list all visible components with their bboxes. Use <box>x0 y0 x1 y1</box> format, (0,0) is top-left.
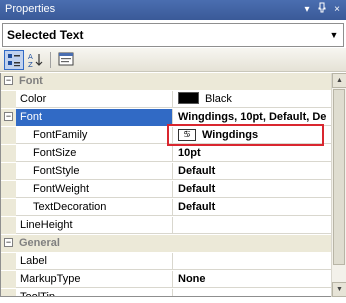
properties-title-bar: Properties ▾ × <box>0 0 346 20</box>
category-label: General <box>19 237 60 249</box>
property-name: LineHeight <box>16 217 173 234</box>
property-value-markuptype[interactable]: None <box>174 271 332 288</box>
property-pages-icon <box>58 52 74 66</box>
color-swatch <box>178 92 199 105</box>
collapse-icon[interactable]: − <box>4 112 13 121</box>
property-name: TextDecoration <box>16 199 173 216</box>
categorized-button[interactable] <box>4 50 24 70</box>
category-font[interactable]: − Font <box>1 73 332 90</box>
property-row-markuptype[interactable]: MarkupType None <box>1 271 332 288</box>
category-general[interactable]: − General <box>1 235 332 252</box>
property-row-textdecoration[interactable]: TextDecoration Default <box>1 199 332 216</box>
property-value-fontstyle[interactable]: Default <box>174 163 332 180</box>
category-label: Font <box>19 75 43 87</box>
property-value-label[interactable] <box>174 253 332 270</box>
categorized-icon <box>8 54 20 67</box>
scroll-down-icon[interactable]: ▼ <box>332 282 346 297</box>
property-name: FontStyle <box>16 163 173 180</box>
vertical-scrollbar[interactable]: ▲ ▼ <box>331 73 346 297</box>
svg-text:Z: Z <box>28 61 33 68</box>
chevron-down-icon[interactable]: ▼ <box>328 28 340 42</box>
selected-object-label: Selected Text <box>7 28 84 42</box>
svg-text:A: A <box>28 53 33 61</box>
property-value-textdecoration[interactable]: Default <box>174 199 332 216</box>
collapse-icon[interactable]: − <box>4 238 13 247</box>
property-grid: − Font Color Black − Font Wingdings, 10p… <box>0 73 346 297</box>
property-name: ToolTip <box>16 289 173 296</box>
property-row-fontstyle[interactable]: FontStyle Default <box>1 163 332 180</box>
property-name: Font <box>16 109 173 126</box>
property-name: FontWeight <box>16 181 173 198</box>
property-row-tooltip[interactable]: ToolTip <box>1 289 332 296</box>
property-name: Color <box>16 91 173 108</box>
scroll-up-icon[interactable]: ▲ <box>332 73 346 88</box>
property-row-fontsize[interactable]: FontSize 10pt <box>1 145 332 162</box>
property-value-fontsize[interactable]: 10pt <box>174 145 332 162</box>
property-value-tooltip[interactable] <box>174 289 332 296</box>
property-name: FontSize <box>16 145 173 162</box>
toolbar-separator <box>50 52 51 68</box>
alphabetical-icon: A Z <box>28 53 43 68</box>
property-value-fontweight[interactable]: Default <box>174 181 332 198</box>
window-title: Properties <box>5 3 56 15</box>
object-selector-dropdown[interactable]: Selected Text ▼ <box>2 23 344 47</box>
property-name: MarkupType <box>16 271 173 288</box>
property-value-color[interactable]: Black <box>174 91 332 108</box>
property-value-lineheight[interactable] <box>174 217 332 234</box>
auto-hide-pin-icon[interactable] <box>315 2 329 17</box>
property-name: Label <box>16 253 173 270</box>
property-pages-button[interactable] <box>56 50 76 70</box>
properties-toolbar: A Z <box>0 48 346 72</box>
collapse-icon[interactable]: − <box>4 76 13 85</box>
window-position-dropdown-icon[interactable]: ▾ <box>300 2 314 17</box>
property-row-fontweight[interactable]: FontWeight Default <box>1 181 332 198</box>
property-name: FontFamily <box>16 127 173 144</box>
property-row-color[interactable]: Color Black <box>1 91 332 108</box>
scrollbar-thumb[interactable] <box>333 89 345 265</box>
alphabetical-button[interactable]: A Z <box>26 50 46 70</box>
annotation-highlight-box <box>167 124 324 146</box>
property-row-lineheight[interactable]: LineHeight <box>1 217 332 234</box>
property-row-label[interactable]: Label <box>1 253 332 270</box>
close-icon[interactable]: × <box>330 2 344 17</box>
